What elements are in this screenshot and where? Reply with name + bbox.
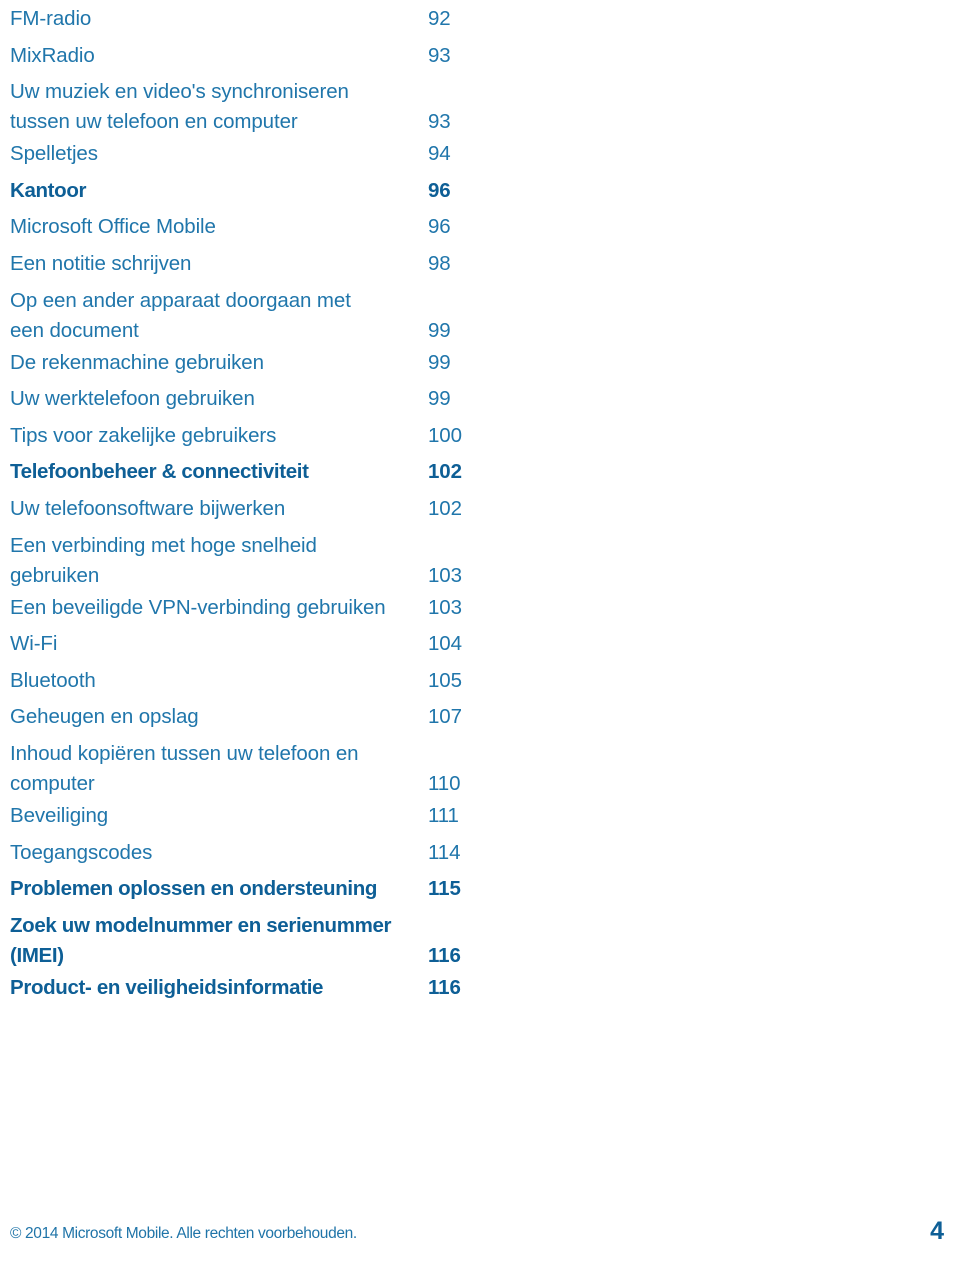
- toc-entry[interactable]: De rekenmachine gebruiken 99: [10, 348, 510, 385]
- toc-entry-title: Geheugen en opslag: [10, 705, 199, 729]
- toc-entry-title: Wi-Fi: [10, 632, 58, 656]
- toc-entry-title: MixRadio: [10, 43, 95, 67]
- toc-entry-title: Problemen oplossen en ondersteuning: [10, 877, 378, 901]
- toc-entry[interactable]: Uw werktelefoon gebruiken 99: [10, 384, 510, 421]
- toc-entry-page: 110: [428, 771, 461, 795]
- toc-entry-title: Toegangscodes: [10, 840, 153, 864]
- toc-entry[interactable]: Spelletjes 94: [10, 139, 510, 176]
- toc-entry-title: Zoek uw modelnummer en serienummer (IMEI…: [10, 913, 392, 967]
- toc-entry-page: 93: [428, 110, 451, 134]
- toc-entry-page: 115: [428, 877, 461, 901]
- toc-entry-title: Microsoft Office Mobile: [10, 215, 216, 239]
- toc-entry[interactable]: Microsoft Office Mobile 96: [10, 212, 510, 249]
- toc-entry-page: 92: [428, 7, 451, 30]
- toc-entry[interactable]: Product- en veiligheidsinformatie 116: [10, 973, 510, 1010]
- toc-entry-page: 99: [428, 350, 451, 374]
- toc-entry-page: 116: [428, 943, 461, 967]
- table-of-contents: FM-radio 92 MixRadio 93 Uw muziek en video's…: [10, 4, 510, 1009]
- toc-entry-title: Kantoor: [10, 178, 87, 202]
- toc-entry[interactable]: Problemen oplossen en ondersteuning 115: [10, 874, 510, 911]
- toc-entry[interactable]: Uw muziek en video's synchroniseren tuss…: [10, 77, 510, 139]
- toc-entry-title: Uw telefoonsoftware bijwerken: [10, 496, 286, 520]
- toc-entry-title: Bluetooth: [10, 668, 96, 692]
- toc-entry-title: Product- en veiligheidsinformatie: [10, 975, 324, 999]
- toc-entry[interactable]: Wi-Fi 104: [10, 629, 510, 666]
- toc-entry-title: FM-radio: [10, 7, 92, 30]
- toc-entry-page: 116: [428, 975, 461, 999]
- toc-entry[interactable]: Op een ander apparaat doorgaan met een d…: [10, 286, 510, 348]
- toc-entry-title: De rekenmachine gebruiken: [10, 350, 264, 374]
- toc-entry[interactable]: Tips voor zakelijke gebruikers 100: [10, 421, 510, 458]
- toc-entry-page: 99: [428, 387, 451, 411]
- toc-entry-page: 102: [428, 496, 462, 520]
- copyright-notice: © 2014 Microsoft Mobile. Alle rechten vo…: [10, 1225, 357, 1242]
- page-footer: © 2014 Microsoft Mobile. Alle rechten vo…: [0, 1204, 960, 1264]
- document-page: FM-radio 92 MixRadio 93 Uw muziek en video's…: [0, 0, 960, 1264]
- toc-entry-page: 100: [428, 423, 462, 447]
- toc-entry-page: 103: [428, 563, 462, 587]
- toc-entry-page: 96: [428, 178, 451, 202]
- toc-entry-title: Een beveiligde VPN-verbinding gebruiken: [10, 595, 386, 619]
- toc-entry[interactable]: Kantoor 96: [10, 176, 510, 213]
- toc-entry-title: Telefoonbeheer & connectiviteit: [10, 460, 309, 484]
- toc-entry-page: 93: [428, 43, 451, 67]
- toc-entry[interactable]: FM-radio 92: [10, 4, 510, 41]
- toc-entry[interactable]: Een verbinding met hoge snelheid gebruik…: [10, 531, 510, 593]
- toc-entry-page: 103: [428, 595, 462, 619]
- toc-entry[interactable]: Bluetooth 105: [10, 666, 510, 703]
- toc-entry[interactable]: Zoek uw modelnummer en serienummer (IMEI…: [10, 911, 510, 973]
- toc-entry-title: Een verbinding met hoge snelheid gebruik…: [10, 533, 317, 587]
- toc-entry-title: Beveiliging: [10, 803, 109, 827]
- toc-entry-page: 96: [428, 215, 451, 239]
- toc-entry-page: 102: [428, 460, 462, 484]
- toc-entry-title: Op een ander apparaat doorgaan met een d…: [10, 288, 351, 342]
- toc-entry-page: 105: [428, 668, 462, 692]
- toc-entry-page: 99: [428, 318, 451, 342]
- toc-entry-page: 114: [428, 840, 461, 864]
- toc-entry[interactable]: Inhoud kopiëren tussen uw telefoon en co…: [10, 739, 510, 801]
- toc-entry-title: Uw werktelefoon gebruiken: [10, 387, 255, 411]
- toc-entry[interactable]: Uw telefoonsoftware bijwerken 102: [10, 494, 510, 531]
- toc-entry-title: Spelletjes: [10, 142, 98, 166]
- toc-entry[interactable]: Toegangscodes 114: [10, 838, 510, 875]
- toc-entry[interactable]: Een notitie schrijven 98: [10, 249, 510, 286]
- toc-entry-page: 94: [428, 142, 451, 166]
- toc-entry[interactable]: MixRadio 93: [10, 41, 510, 78]
- toc-entry-title: Uw muziek en video's synchroniseren tuss…: [10, 80, 349, 134]
- page-number: 4: [930, 1217, 944, 1245]
- toc-entry[interactable]: Telefoonbeheer & connectiviteit 102: [10, 457, 510, 494]
- toc-entry-title: Tips voor zakelijke gebruikers: [10, 423, 277, 447]
- toc-entry[interactable]: Geheugen en opslag 107: [10, 702, 510, 739]
- toc-entry-title: Inhoud kopiëren tussen uw telefoon en co…: [10, 741, 359, 795]
- toc-entry-page: 98: [428, 251, 451, 275]
- toc-entry-page: 104: [428, 632, 462, 656]
- toc-entry-page: 107: [428, 705, 462, 729]
- toc-entry-title: Een notitie schrijven: [10, 251, 192, 275]
- toc-entry[interactable]: Een beveiligde VPN-verbinding gebruiken 1…: [10, 593, 510, 630]
- toc-entry-page: 111: [428, 803, 459, 827]
- toc-entry[interactable]: Beveiliging 111: [10, 801, 510, 838]
